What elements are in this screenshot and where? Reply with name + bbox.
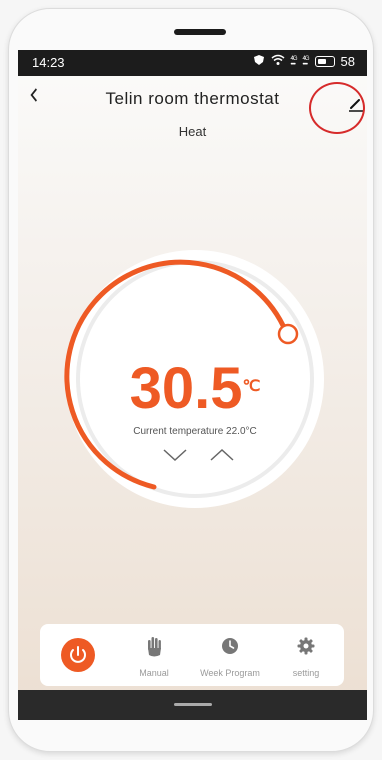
home-indicator[interactable] <box>174 703 212 706</box>
clock-icon <box>222 638 238 654</box>
set-temperature: 30.5 <box>129 356 243 421</box>
annotation-circle <box>309 82 365 134</box>
network-label: 4G <box>302 55 310 62</box>
app-screen: 14:23 4G •••• 4G •••• 58 Telin room thermo… <box>18 50 367 720</box>
temperature-up-button[interactable] <box>209 448 235 462</box>
manual-tab[interactable]: Manual <box>116 624 192 686</box>
power-icon <box>70 646 86 663</box>
mode-label: Heat <box>178 124 207 139</box>
shield-icon <box>253 54 265 69</box>
power-button[interactable] <box>61 638 95 672</box>
battery-level: 58 <box>340 54 355 69</box>
phone-speaker <box>174 29 226 35</box>
bottom-nav-label: Week Program <box>200 668 260 678</box>
current-temperature: Current temperature 22.0°C <box>133 426 257 437</box>
power-tab[interactable] <box>40 624 116 686</box>
temperature-unit: ℃ <box>242 378 261 395</box>
setting-tab[interactable]: setting <box>268 624 344 686</box>
bottom-nav-label: setting <box>292 668 320 678</box>
thermostat-dial[interactable]: 30.5℃ Current temperature 22.0°C <box>64 248 326 510</box>
dial-handle <box>277 323 299 345</box>
status-icons: 4G •••• 4G •••• 58 <box>253 54 355 69</box>
bottom-nav-label: Manual <box>139 668 169 678</box>
set-temperature-display: 30.5℃ <box>64 360 326 418</box>
wifi-icon <box>271 54 285 69</box>
network-label: 4G <box>290 55 298 62</box>
gear-icon <box>297 637 315 655</box>
bottom-nav: Manual Week Program setting <box>40 624 344 686</box>
signal-icon: 4G •••• <box>302 55 310 68</box>
battery-icon <box>314 56 335 67</box>
hand-icon <box>148 637 161 657</box>
temperature-down-button[interactable] <box>162 448 188 462</box>
week-program-tab[interactable]: Week Program <box>192 624 268 686</box>
status-bar: 14:23 4G •••• 4G •••• 58 <box>18 50 367 76</box>
signal-icon: 4G •••• <box>290 55 298 68</box>
status-time: 14:23 <box>32 55 65 70</box>
system-nav-bar <box>18 690 367 720</box>
